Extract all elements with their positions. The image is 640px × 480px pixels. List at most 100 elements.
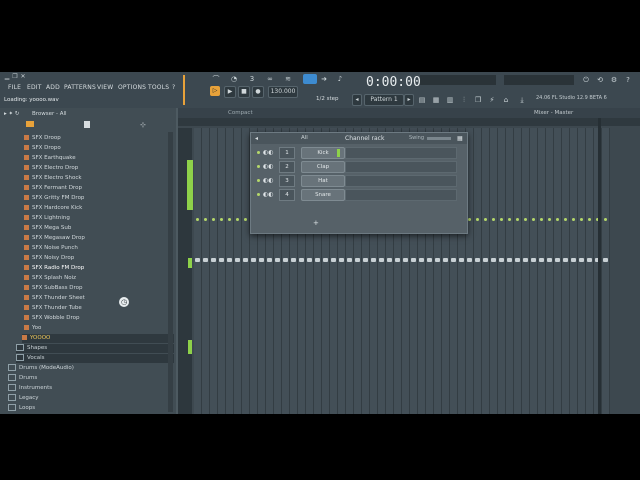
mixer-strip[interactable] — [202, 128, 210, 414]
list-item[interactable]: SFX Mega Sub — [24, 224, 71, 233]
mixer-strip-led[interactable] — [244, 218, 247, 221]
tempo-display[interactable]: 130.000 — [268, 86, 298, 98]
mixer-strip-led[interactable] — [220, 218, 223, 221]
power-icon[interactable]: ⏻ — [582, 76, 590, 84]
selected-list-item[interactable]: YOOOO — [22, 334, 174, 343]
mixer-strip[interactable] — [578, 128, 586, 414]
wait-icon[interactable]: ◔ — [230, 75, 238, 83]
menu-view[interactable]: VIEW — [97, 84, 113, 91]
mixer-strip-led[interactable] — [212, 218, 215, 221]
pat-song-toggle[interactable]: ▷ — [210, 86, 220, 96]
plugin-icon[interactable]: ⚙ — [610, 76, 618, 84]
playlist-icon[interactable]: ▤ — [418, 96, 426, 104]
add-channel-button[interactable]: + — [313, 219, 319, 227]
mixer-strip-led[interactable] — [492, 218, 495, 221]
pattern-next-icon[interactable]: ▸ — [404, 94, 414, 106]
list-item[interactable]: SFX Gritty FM Drop — [24, 194, 84, 203]
browser-title[interactable]: Browser - All — [32, 111, 67, 117]
mixer-strip[interactable] — [506, 128, 514, 414]
mixer-icon[interactable]: ⫶ — [460, 96, 468, 104]
mixer-fader[interactable] — [483, 258, 488, 262]
browser-star-icon[interactable] — [26, 121, 34, 127]
folder-loops[interactable]: Loops — [8, 404, 35, 413]
mixer-fader[interactable] — [587, 258, 592, 262]
browser-scrollbar[interactable] — [168, 132, 173, 412]
mixer-fader[interactable] — [323, 258, 328, 262]
browser-icon[interactable]: ❒ — [474, 96, 482, 104]
mixer-strip[interactable] — [218, 128, 226, 414]
typing-keyboard-icon[interactable] — [303, 74, 317, 84]
mixer-fader[interactable] — [371, 258, 376, 262]
menu-file[interactable]: FILE — [8, 84, 21, 91]
mixer-fader[interactable] — [243, 258, 248, 262]
mixer-fader[interactable] — [227, 258, 232, 262]
play-button[interactable]: ▶ — [224, 86, 236, 98]
mixer-fader[interactable] — [467, 258, 472, 262]
mixer-fader[interactable] — [315, 258, 320, 262]
pattern-selector[interactable]: Pattern 1 — [364, 94, 404, 106]
channel-mute-led[interactable] — [257, 165, 260, 168]
mixer-strip-led[interactable] — [564, 218, 567, 221]
mixer-fader[interactable] — [603, 258, 608, 262]
mixer-fader[interactable] — [539, 258, 544, 262]
mixer-strip-led[interactable] — [204, 218, 207, 221]
channel-number[interactable]: 3 — [279, 175, 295, 187]
mixer-strip-led[interactable] — [500, 218, 503, 221]
mixer-fader[interactable] — [203, 258, 208, 262]
mixer-fader[interactable] — [547, 258, 552, 262]
mixer-fader[interactable] — [291, 258, 296, 262]
list-item[interactable]: SFX Hardcore Kick — [24, 204, 82, 213]
recording-icon[interactable]: ♪ — [336, 75, 344, 83]
countdown-icon[interactable]: 3 — [248, 75, 256, 83]
mixer-strip-led[interactable] — [532, 218, 535, 221]
channel-pan-icon[interactable]: ◐◐ — [263, 177, 273, 184]
mixer-strip[interactable] — [210, 128, 218, 414]
channel-mute-led[interactable] — [257, 179, 260, 182]
metronome-icon[interactable]: ⌒ — [212, 75, 220, 83]
menu-tools[interactable]: TOOLS — [148, 84, 169, 91]
list-item[interactable]: SFX Earthquake — [24, 154, 76, 163]
list-item[interactable]: SFX Noise Punch — [24, 244, 78, 253]
list-item[interactable]: SFX Fermant Drop — [24, 184, 82, 193]
mixer-fader[interactable] — [411, 258, 416, 262]
mixer-strip[interactable] — [522, 128, 530, 414]
list-item[interactable]: SFX Electro Shock — [24, 174, 82, 183]
channel-name-button[interactable]: Hat — [301, 175, 345, 187]
mixer-strip-led[interactable] — [508, 218, 511, 221]
minimize-icon[interactable]: ▁ — [4, 74, 10, 80]
channel-number[interactable]: 2 — [279, 161, 295, 173]
mixer-strip-led[interactable] — [556, 218, 559, 221]
mic-icon[interactable]: ⌂ — [502, 96, 510, 104]
channel-name-button[interactable]: Snare — [301, 189, 345, 201]
mixer-strip[interactable] — [514, 128, 522, 414]
mixer-fader[interactable] — [515, 258, 520, 262]
channel-steps[interactable] — [345, 189, 457, 201]
mixer-fader[interactable] — [563, 258, 568, 262]
mixer-fader[interactable] — [507, 258, 512, 262]
list-item[interactable]: SFX SubBass Drop — [24, 284, 83, 293]
list-item[interactable]: SFX Lightning — [24, 214, 70, 223]
browser-search-icon[interactable]: ⊹ — [140, 121, 146, 129]
mixer-fader[interactable] — [275, 258, 280, 262]
mixer-fader[interactable] — [491, 258, 496, 262]
mixer-fader[interactable] — [251, 258, 256, 262]
mixer-fader[interactable] — [363, 258, 368, 262]
menu-patterns[interactable]: PATTERNS — [64, 84, 96, 91]
mixer-strip[interactable] — [602, 128, 610, 414]
swing-slider[interactable] — [427, 137, 451, 140]
mixer-strip[interactable] — [242, 128, 250, 414]
mixer-strip[interactable] — [490, 128, 498, 414]
folder-vocals[interactable]: Vocals — [16, 354, 174, 363]
restore-icon[interactable]: ❐ — [12, 74, 18, 80]
channel-steps[interactable] — [345, 161, 457, 173]
mixer-fader[interactable] — [443, 258, 448, 262]
mixer-strip[interactable] — [586, 128, 594, 414]
mixer-fader[interactable] — [219, 258, 224, 262]
mixer-strip[interactable] — [538, 128, 546, 414]
mixer-strip[interactable] — [194, 128, 202, 414]
rack-filter[interactable]: All — [301, 135, 308, 141]
pattern-prev-icon[interactable]: ◂ — [352, 94, 362, 106]
record-button[interactable]: ● — [252, 86, 264, 98]
mixer-fader[interactable] — [395, 258, 400, 262]
mixer-strip-led[interactable] — [540, 218, 543, 221]
